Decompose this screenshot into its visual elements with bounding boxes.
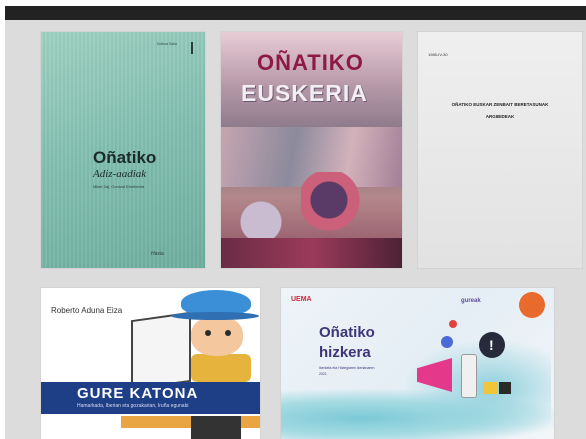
exclamation-icon: !	[489, 337, 494, 353]
document-date: 1985-IV-30	[428, 52, 448, 57]
book-title: Oñatiko	[93, 148, 157, 167]
illustration-book	[131, 311, 191, 391]
book-description: Ikerketa eta Hiztegiaren Ikerlanaren	[319, 366, 375, 370]
publisher-logo: Hasia	[151, 251, 164, 257]
illustration-legs	[191, 416, 241, 439]
book-card-onatiko-adiz-aadiak[interactable]: Kultura Saila Oñatiko Adiz-aadiak Mikel …	[41, 32, 205, 268]
brand-logo: UEMA	[291, 296, 312, 303]
book-title: GURE KATONA	[77, 385, 199, 402]
book-title: OÑATIKO	[257, 50, 364, 75]
illustration-shirt	[191, 354, 251, 382]
cover-top-note: Kultura Saila	[157, 42, 177, 46]
cover-art	[301, 172, 371, 242]
phone-icon	[461, 354, 477, 398]
illustration-eye	[205, 330, 211, 336]
book-subtitle: EUSKERIA	[241, 80, 368, 106]
illustration-face	[191, 316, 243, 356]
book-card-onatiko-hizkera[interactable]: UEMA gureak Oñatiko hizkera Ikerketa eta…	[281, 288, 554, 439]
partner-logo: gureak	[461, 298, 481, 304]
book-authors: Mikel Zaj, Gontzal Etxeberria	[93, 184, 145, 189]
document-card-onatiko-euskar[interactable]: 1985-IV-30 OÑATIKO EUSKAR ZENBAIT BERETA…	[418, 32, 582, 268]
book-year: 2021	[319, 372, 327, 376]
book-card-gure-katona[interactable]: Roberto Aduna Eiza GURE KATONA Hamarkada…	[41, 288, 260, 439]
cover-art	[221, 238, 402, 268]
document-title: OÑATIKO EUSKAR ZENBAIT BERETASUNAK	[451, 102, 549, 107]
illustration-hat-brim	[171, 312, 259, 320]
book-title-line1: Oñatiko	[319, 324, 375, 341]
book-subtitle: Hamarkada, Iberian eta gozakarian, Iruña…	[77, 403, 189, 409]
note-icon	[483, 382, 497, 394]
book-subtitle: Adiz-aadiak	[93, 168, 147, 180]
notification-dot-icon	[449, 320, 457, 328]
user-icon	[441, 336, 453, 348]
book-title-line2: hizkera	[319, 344, 371, 361]
book-author: Roberto Aduna Eiza	[51, 306, 123, 315]
cover-divider	[191, 42, 193, 54]
book-card-onatiko-euskeria[interactable]: OÑATIKO EUSKERIA	[221, 32, 402, 268]
document-subtitle: ARGIBIDEAK	[485, 114, 515, 119]
top-bar	[5, 6, 586, 20]
badge-icon	[519, 292, 545, 318]
illustration-eye	[225, 330, 231, 336]
note-icon	[499, 382, 511, 394]
